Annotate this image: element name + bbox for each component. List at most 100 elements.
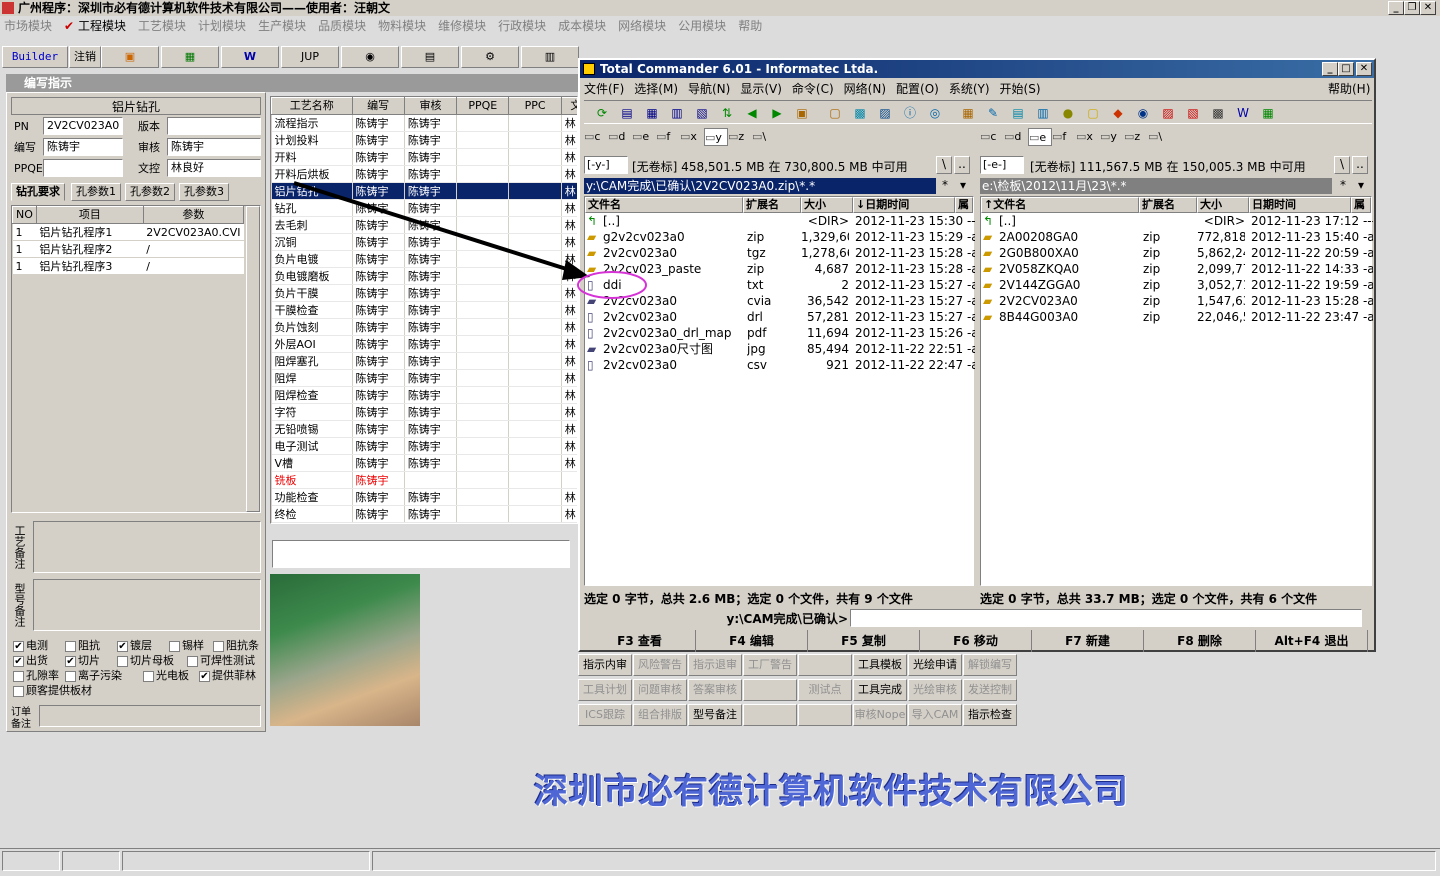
tc-menu-item[interactable]: 开始(S) bbox=[1000, 82, 1041, 96]
fkey-button[interactable]: F4 编辑 bbox=[696, 630, 808, 652]
drive-button-e[interactable]: ▭e bbox=[632, 128, 656, 146]
fkey-button[interactable]: F7 新建 bbox=[1032, 630, 1144, 652]
checkbox-option[interactable]: 可焊性测试 bbox=[187, 652, 255, 668]
doc-control-field[interactable]: 林良好 bbox=[167, 159, 261, 177]
menu-item[interactable]: 市场模块 bbox=[4, 19, 52, 33]
menu-item[interactable]: 成本模块 bbox=[558, 19, 606, 33]
drive-button-f[interactable]: ▭f bbox=[656, 128, 680, 146]
checkbox-option[interactable]: ✔ 镀层 bbox=[117, 637, 152, 653]
tc-toolbar-icon[interactable]: ▨ bbox=[1158, 104, 1178, 122]
param-col-header[interactable]: 项目 bbox=[35, 206, 144, 224]
checkbox-icon[interactable] bbox=[169, 640, 180, 652]
action-button[interactable]: 光绘审核 bbox=[908, 679, 962, 701]
drive-button-c[interactable]: ▭c bbox=[584, 128, 608, 146]
checkbox-icon[interactable]: ✔ bbox=[13, 655, 24, 667]
tc-maximize-button[interactable]: □ bbox=[1338, 62, 1354, 76]
action-button[interactable]: 解锁编写 bbox=[963, 654, 1017, 676]
file-col-header[interactable]: 属 bbox=[955, 197, 973, 213]
action-button[interactable]: 指示退审 bbox=[688, 654, 742, 676]
table-row[interactable]: 阻焊陈铸宇陈铸宇林良 bbox=[271, 369, 577, 387]
checkbox-icon[interactable] bbox=[213, 640, 224, 652]
drive-button-f[interactable]: ▭f bbox=[1052, 128, 1076, 146]
pn-field[interactable]: 2V2CV023A0 bbox=[43, 117, 123, 135]
steps-col-header[interactable]: 审核 bbox=[403, 97, 458, 115]
file-row[interactable]: ▰ 2v2cv023a0 cvia 36,542 2012-11-23 15:27 -a… bbox=[585, 293, 975, 309]
table-row[interactable]: 阻焊塞孔陈铸宇陈铸宇林良 bbox=[271, 352, 577, 370]
table-row[interactable]: 干膜检查陈铸宇陈铸宇林良 bbox=[271, 301, 577, 319]
right-root-button[interactable]: \ bbox=[1334, 156, 1350, 174]
steps-combo[interactable] bbox=[272, 540, 570, 568]
minimize-button[interactable]: _ bbox=[1388, 1, 1404, 15]
tc-toolbar-icon[interactable]: ▦ bbox=[958, 104, 978, 122]
action-button[interactable]: 指示内审 bbox=[578, 654, 632, 676]
checkbox-icon[interactable] bbox=[65, 670, 76, 682]
checkbox-option[interactable]: 切片母板 bbox=[117, 652, 174, 668]
file-col-header[interactable]: ↓日期时间 bbox=[853, 197, 955, 213]
action-button[interactable]: 发送控制 bbox=[963, 679, 1017, 701]
action-button[interactable]: 工厂警告 bbox=[743, 654, 797, 676]
file-col-header[interactable]: 属 bbox=[1351, 197, 1371, 213]
steps-col-header[interactable]: PPQE bbox=[456, 97, 510, 115]
file-col-header[interactable]: 大小 bbox=[801, 197, 853, 213]
menu-item[interactable]: 工艺模块 bbox=[138, 19, 186, 33]
file-row[interactable]: ▯ 2v2cv023a0 drl 57,281 2012-11-23 15:27 -a- bbox=[585, 309, 975, 325]
checkbox-option[interactable]: ✔ 电测 bbox=[13, 637, 48, 653]
drive-button-z[interactable]: ▭z bbox=[728, 128, 752, 146]
file-row[interactable]: ▰ 2v2cv023a0尺寸图 jpg 85,494 2012-11-22 22:51 … bbox=[585, 341, 975, 357]
table-row[interactable]: 计划投料陈铸宇陈铸宇林良 bbox=[271, 131, 577, 149]
tc-toolbar-icon[interactable]: ▤ bbox=[1008, 104, 1028, 122]
restore-button[interactable]: ❐ bbox=[1404, 1, 1420, 15]
table-row[interactable]: 开料陈铸宇陈铸宇林良 bbox=[271, 148, 577, 166]
checkbox-option[interactable]: ✔ 切片 bbox=[65, 652, 100, 668]
tab-2[interactable]: 孔参数1 bbox=[71, 183, 121, 201]
tc-toolbar-icon[interactable]: ◆ bbox=[1108, 104, 1128, 122]
checkbox-option[interactable]: 锡样 bbox=[169, 637, 204, 653]
tc-close-button[interactable]: ✕ bbox=[1356, 62, 1372, 76]
action-button[interactable]: ICS跟踪 bbox=[578, 704, 632, 726]
network-icon[interactable]: ⚙ bbox=[461, 46, 519, 68]
table-row[interactable]: 铣板 陈铸宇 bbox=[271, 471, 577, 489]
file-row[interactable]: ▰ 2G0B800XA0 zip 5,862,247 2012-11-22 20:59 … bbox=[981, 245, 1373, 261]
table-row[interactable]: 铝片钻孔陈铸宇陈铸宇林良 bbox=[271, 182, 577, 200]
file-col-header[interactable]: 扩展名 bbox=[1139, 197, 1197, 213]
builder-button[interactable]: Builder bbox=[2, 46, 68, 68]
file-row[interactable]: ▯ 2v2cv023a0 csv 921 2012-11-22 22:47 -a- bbox=[585, 357, 975, 373]
tc-menu-item[interactable]: 文件(F) bbox=[584, 82, 624, 96]
action-button[interactable]: 指示检查 bbox=[963, 704, 1017, 726]
action-button[interactable]: 工具模板 bbox=[853, 654, 907, 676]
tc-menu-item[interactable]: 系统(Y) bbox=[949, 82, 990, 96]
tc-toolbar-icon[interactable]: ◉ bbox=[1133, 104, 1153, 122]
table-row[interactable]: 字符陈铸宇陈铸宇林良 bbox=[271, 403, 577, 421]
tc-toolbar-icon[interactable]: ▢ bbox=[1083, 104, 1103, 122]
file-col-header[interactable]: 大小 bbox=[1197, 197, 1249, 213]
steps-col-header[interactable]: PPC bbox=[508, 97, 562, 115]
drive-button-x[interactable]: ▭x bbox=[1076, 128, 1100, 146]
tc-menu-item[interactable]: 导航(N) bbox=[688, 82, 730, 96]
steps-col-header[interactable]: 工艺名称 bbox=[271, 97, 353, 115]
file-row[interactable]: ▯ 2v2cv023a0_drl_map pdf 11,694 2012-11-23 1… bbox=[585, 325, 975, 341]
table-row[interactable]: 无铅喷锡陈铸宇陈铸宇林良 bbox=[271, 420, 577, 438]
checkbox-icon[interactable] bbox=[65, 640, 76, 652]
left-up-button[interactable]: .. bbox=[954, 156, 970, 174]
menu-item[interactable]: 公用模块 bbox=[678, 19, 726, 33]
menu-item[interactable]: 品质模块 bbox=[318, 19, 366, 33]
file-row[interactable]: ↰ [..] <DIR> 2012-11-23 15:30 ---- bbox=[585, 213, 975, 229]
checkbox-icon[interactable] bbox=[13, 685, 24, 697]
tc-toolbar-icon[interactable]: ⇅ bbox=[717, 104, 737, 122]
checkbox-option[interactable]: 孔隙率 bbox=[13, 667, 59, 683]
left-drive-select[interactable]: [-y-] bbox=[584, 156, 628, 174]
file-row[interactable]: ↰ [..] <DIR> 2012-11-23 17:12 ---- bbox=[981, 213, 1373, 229]
reviewer-field[interactable]: 陈铸宇 bbox=[167, 138, 261, 156]
fkey-button[interactable]: Alt+F4 退出 bbox=[1256, 630, 1368, 652]
command-line-input[interactable] bbox=[850, 609, 1362, 627]
checkbox-icon[interactable] bbox=[117, 655, 128, 667]
checkbox-option[interactable]: 顾客提供板材 bbox=[13, 682, 92, 698]
table-row[interactable]: 开料后烘板陈铸宇陈铸宇林良 bbox=[271, 165, 577, 183]
checkbox-icon[interactable] bbox=[187, 655, 198, 667]
file-col-header[interactable]: ↑文件名 bbox=[981, 197, 1139, 213]
table-row[interactable]: 流程指示陈铸宇陈铸宇林良 bbox=[271, 114, 577, 132]
file-row[interactable]: ▰ 2V144ZGGA0 zip 3,052,713 2012-11-22 19:59 … bbox=[981, 277, 1373, 293]
menu-item[interactable]: 计划模块 bbox=[198, 19, 246, 33]
tc-menu-item[interactable]: 选择(M) bbox=[634, 82, 678, 96]
process-note-field[interactable] bbox=[33, 521, 261, 573]
